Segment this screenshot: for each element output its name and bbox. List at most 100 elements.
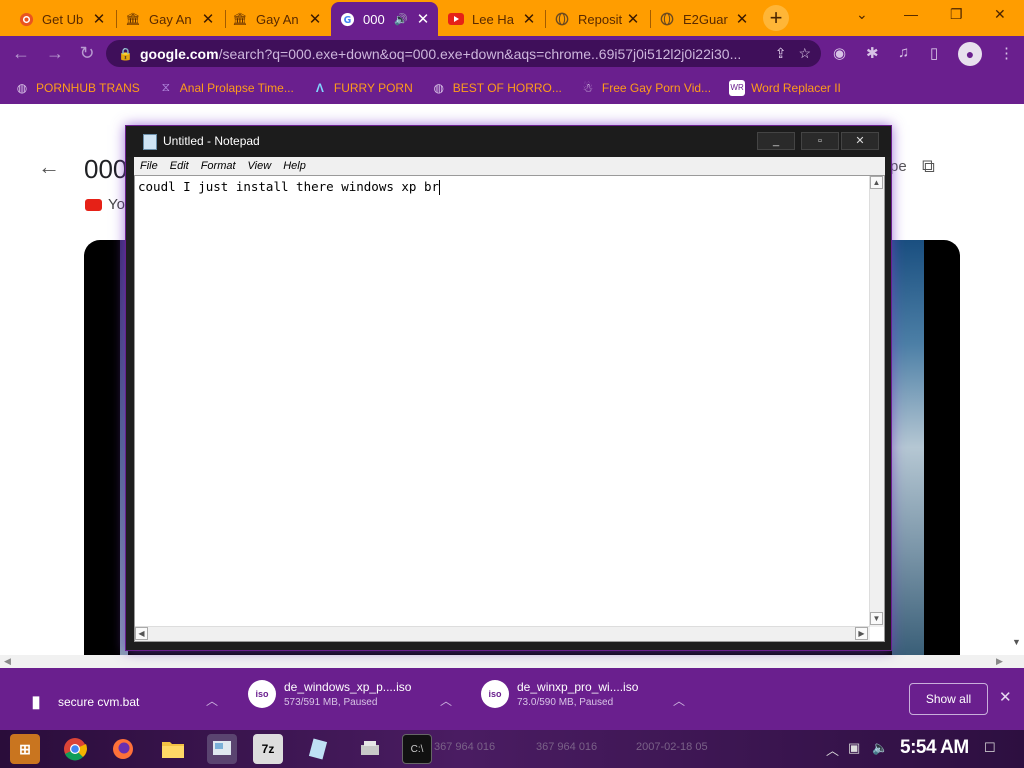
chevron-up-icon[interactable]: ︿ xyxy=(673,692,685,709)
forward-icon[interactable]: → xyxy=(44,42,66,64)
tab-google-000[interactable]: G 000 🔊 ✕ xyxy=(331,2,438,36)
cmd-icon[interactable]: C:\ xyxy=(402,734,432,764)
tab-search-icon[interactable]: ⌄ xyxy=(856,6,868,23)
menu-kebab-icon[interactable]: ⋮ xyxy=(999,44,1014,62)
notepad-window[interactable]: Untitled - Notepad _ ▫ ✕ File Edit Forma… xyxy=(125,125,892,651)
minimize-icon[interactable]: — xyxy=(904,6,918,22)
volume-icon[interactable]: 🔈 xyxy=(872,740,888,756)
menu-help[interactable]: Help xyxy=(283,160,306,172)
bookmark-item[interactable]: WR Word Replacer II xyxy=(729,79,841,96)
chrome-icon[interactable] xyxy=(60,734,90,764)
menu-file[interactable]: File xyxy=(140,160,158,172)
firefox-icon[interactable] xyxy=(108,734,138,764)
back-icon[interactable]: ← xyxy=(10,42,32,64)
profile-avatar[interactable]: ● xyxy=(958,42,982,66)
text-caret xyxy=(439,180,441,195)
tab-e2guardian[interactable]: E2Guar ✕ xyxy=(651,4,757,34)
close-tab-icon[interactable]: ✕ xyxy=(735,10,749,28)
tab-title: 000 xyxy=(363,11,385,27)
close-tab-icon[interactable]: ✕ xyxy=(416,10,430,28)
notepad-icon[interactable] xyxy=(303,734,333,764)
bookmark-star-icon[interactable]: ☆ xyxy=(798,45,811,62)
scroll-right-icon[interactable]: ▶ xyxy=(996,656,1003,667)
notepad-horizontal-scrollbar[interactable]: ◀ ▶ xyxy=(135,626,870,641)
extension-avatar-icon[interactable]: ◉ xyxy=(833,44,846,62)
bookmark-item[interactable]: Λ FURRY PORN xyxy=(312,80,413,96)
close-tab-icon[interactable]: ✕ xyxy=(522,10,536,28)
media-icon[interactable] xyxy=(355,734,385,764)
page-scrollbar[interactable]: ▼ xyxy=(1010,104,1024,655)
side-panel-icon[interactable]: ▯ xyxy=(930,44,938,62)
tray-chevron-icon[interactable]: ︿ xyxy=(826,740,839,759)
notepad-menubar: File Edit Format View Help xyxy=(134,157,885,175)
speaker-icon[interactable]: 🔊 xyxy=(394,13,408,26)
reload-icon[interactable]: ↻ xyxy=(76,42,98,64)
page-horizontal-scrollbar[interactable]: ◀ ▶ xyxy=(0,655,1024,669)
notification-icon[interactable]: ☐ xyxy=(984,740,996,756)
close-button[interactable]: ✕ xyxy=(841,132,879,150)
close-tab-icon[interactable]: ✕ xyxy=(308,10,322,28)
chevron-up-icon[interactable]: ︿ xyxy=(440,692,452,709)
taskbar-clock[interactable]: 5:54 AM xyxy=(900,737,969,759)
notepad-vertical-scrollbar[interactable]: ▲ ▼ xyxy=(869,176,884,627)
scroll-down-icon[interactable]: ▼ xyxy=(870,612,883,625)
scroll-right-icon[interactable]: ▶ xyxy=(855,627,868,640)
download-shelf: ▮ secure cvm.bat ︿ iso de_windows_xp_p..… xyxy=(0,668,1024,730)
tab-lee-ha[interactable]: Lee Ha ✕ xyxy=(440,4,544,34)
download-status: 573/591 MB, Paused xyxy=(284,697,378,708)
back-arrow-icon[interactable]: ← xyxy=(38,154,60,180)
download-item[interactable]: iso de_windows_xp_p....iso 573/591 MB, P… xyxy=(248,680,411,708)
globe-icon xyxy=(659,11,675,27)
tab-gay-an-2[interactable]: 🏛 Gay An ✕ xyxy=(224,4,330,34)
restore-icon[interactable]: ❐ xyxy=(950,6,963,23)
close-tab-icon[interactable]: ✕ xyxy=(626,10,640,28)
folder-icon[interactable] xyxy=(158,734,188,764)
notepad-icon xyxy=(143,134,157,150)
notepad-text-area[interactable]: coudl I just install there windows xp br… xyxy=(134,175,885,642)
tab-repository[interactable]: Reposit ✕ xyxy=(546,4,648,34)
ghost-text: 2007-02-18 05 xyxy=(636,741,708,753)
menu-edit[interactable]: Edit xyxy=(170,160,189,172)
close-tab-icon[interactable]: ✕ xyxy=(201,10,215,28)
iso-icon: iso xyxy=(248,680,276,708)
chevron-up-icon[interactable]: ︿ xyxy=(206,692,218,709)
share-icon[interactable]: ⇪ xyxy=(775,45,787,62)
lock-icon[interactable]: 🔒 xyxy=(118,47,133,61)
menu-format[interactable]: Format xyxy=(201,160,236,172)
bookmark-item[interactable]: ◍ PORNHUB TRANS xyxy=(14,80,140,96)
close-download-shelf-icon[interactable]: ✕ xyxy=(999,688,1012,706)
share-label[interactable]: pe xyxy=(890,158,907,175)
show-all-button[interactable]: Show all xyxy=(909,683,988,715)
start-button[interactable]: ⊞ xyxy=(10,734,40,764)
maximize-button[interactable]: ▫ xyxy=(801,132,839,150)
bookmark-item[interactable]: ⧖ Anal Prolapse Time... xyxy=(158,80,294,96)
download-item[interactable]: iso de_winxp_pro_wi....iso 73.0/590 MB, … xyxy=(481,680,638,708)
open-external-icon[interactable]: ⧉ xyxy=(922,156,935,177)
download-item[interactable]: ▮ secure cvm.bat xyxy=(22,688,140,716)
network-icon[interactable]: ▣ xyxy=(848,740,860,756)
7zip-icon[interactable]: 7z xyxy=(253,734,283,764)
extensions-puzzle-icon[interactable]: ✱ xyxy=(866,44,879,62)
scroll-left-icon[interactable]: ◀ xyxy=(4,656,11,667)
paint-icon[interactable] xyxy=(207,734,237,764)
close-tab-icon[interactable]: ✕ xyxy=(92,10,106,28)
minimize-button[interactable]: _ xyxy=(757,132,795,150)
menu-view[interactable]: View xyxy=(248,160,272,172)
scroll-down-icon[interactable]: ▼ xyxy=(1012,637,1021,647)
tab-title: Get Ub xyxy=(42,11,84,27)
bookmark-item[interactable]: ◍ BEST OF HORRO... xyxy=(431,80,562,96)
media-control-icon[interactable]: ♫ xyxy=(898,44,909,61)
download-name: secure cvm.bat xyxy=(58,695,140,709)
file-icon: ▮ xyxy=(31,694,41,711)
address-bar[interactable]: 🔒 google.com /search?q=000.exe+down&oq=0… xyxy=(106,40,821,67)
scroll-up-icon[interactable]: ▲ xyxy=(870,176,883,189)
scroll-left-icon[interactable]: ◀ xyxy=(135,627,148,640)
bookmark-item[interactable]: ☃ Free Gay Porn Vid... xyxy=(580,80,712,96)
notepad-titlebar[interactable]: Untitled - Notepad _ ▫ ✕ xyxy=(126,126,891,157)
tab-get-ubuntu[interactable]: Get Ub ✕ xyxy=(10,4,114,34)
lambda-icon: Λ xyxy=(315,80,324,95)
ghost-text: 367 964 016 xyxy=(536,741,598,753)
tab-gay-an-1[interactable]: 🏛 Gay An ✕ xyxy=(117,4,223,34)
close-window-icon[interactable]: ✕ xyxy=(994,6,1006,23)
new-tab-button[interactable]: + xyxy=(763,5,789,31)
